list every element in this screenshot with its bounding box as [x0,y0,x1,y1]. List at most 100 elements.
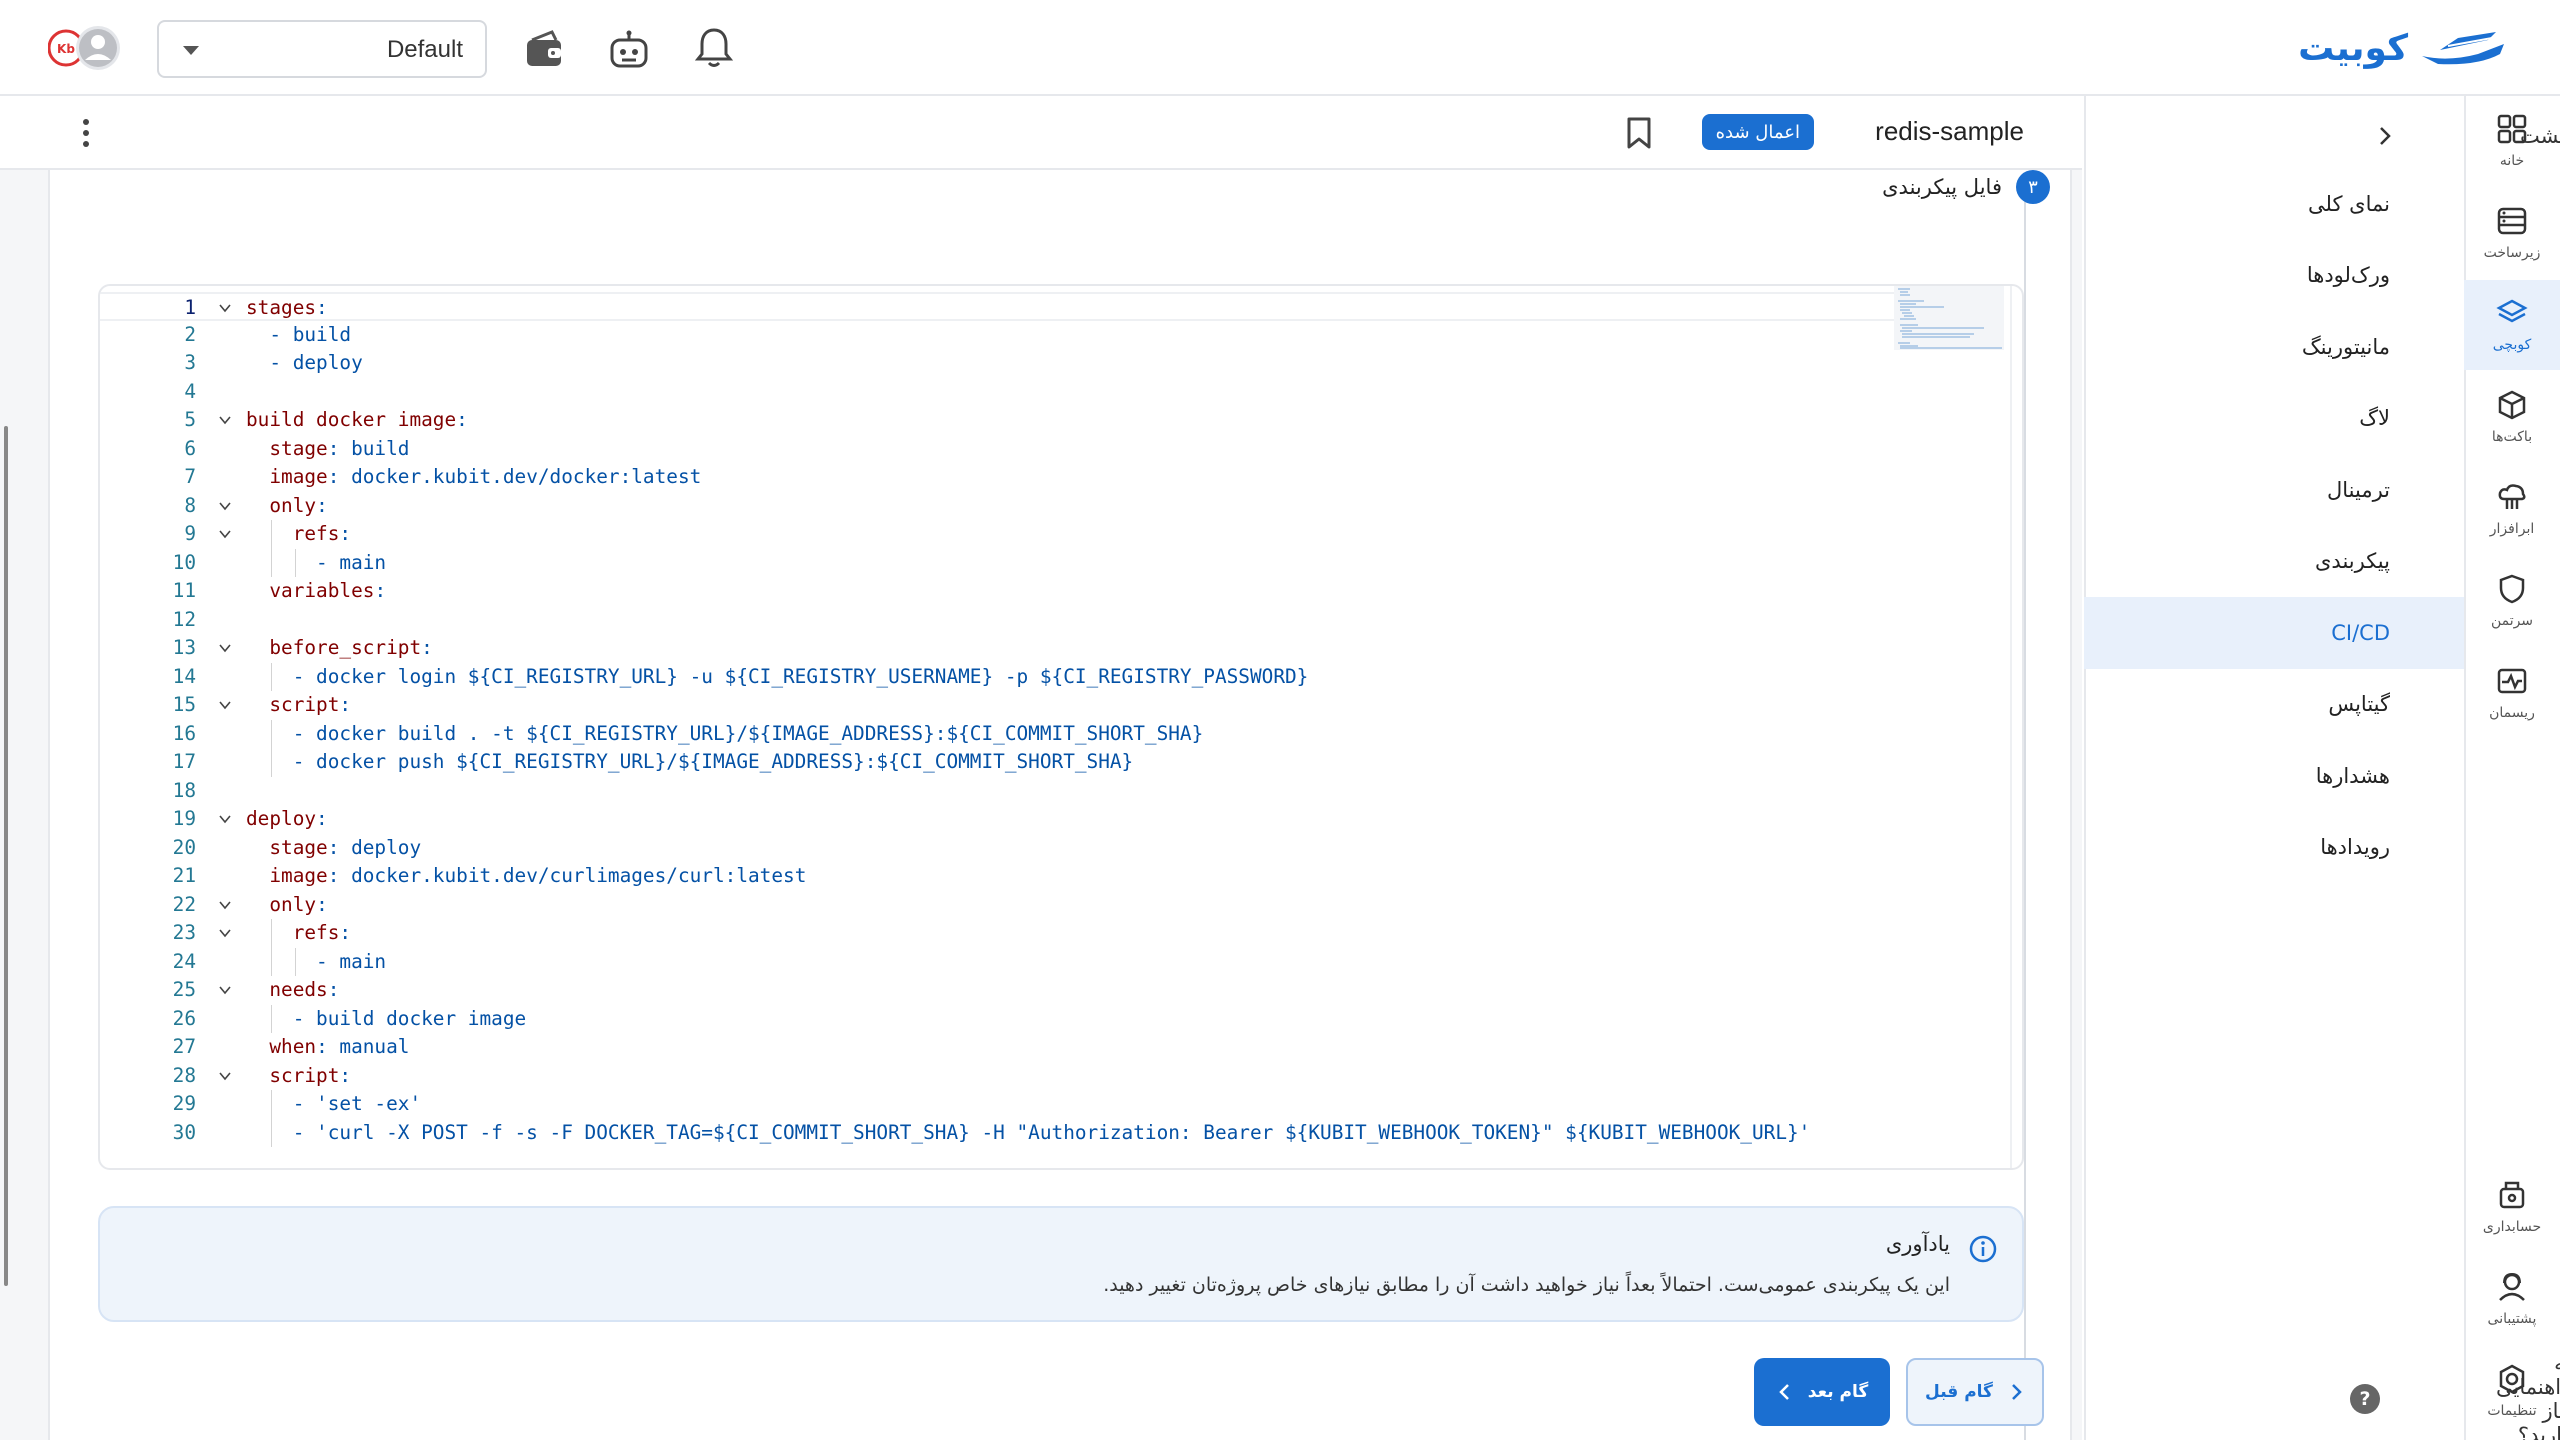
page-scrollbar[interactable] [4,426,8,1286]
code-line[interactable]: 27 when: manual [100,1033,1970,1062]
rail-item-support[interactable]: پشتیبانی [2464,1254,2560,1344]
code-line[interactable]: 10 - main [100,548,1970,577]
code-line[interactable]: 12 [100,606,1970,635]
code-line[interactable]: 9 refs: [100,520,1970,549]
subnav-item-overview[interactable]: نمای کلی [2084,168,2464,240]
chevron-left-icon [1779,1384,1789,1400]
code-line[interactable]: 3 - deploy [100,349,1970,378]
fold-chevron-icon[interactable] [218,413,232,427]
rail-item-cloudapp[interactable]: ابرافزار [2464,464,2560,554]
code-line[interactable]: 13 before_script: [100,634,1970,663]
stepper-line [2024,190,2026,1440]
help-link[interactable]: ? به راهنمایی نیاز دارید؟ [2350,1351,2560,1440]
rail-item-kubchi[interactable]: کوبچی [2464,280,2560,370]
line-number: 23 [172,921,196,944]
subnav-item-alerts[interactable]: هشدارها [2084,740,2464,812]
editor-minimap[interactable] [1894,286,2004,350]
code-line[interactable]: 11 variables: [100,577,1970,606]
subnav-item-cicd[interactable]: CI/CD [2084,597,2464,669]
line-number: 1 [184,296,196,319]
line-number: 20 [172,835,196,859]
line-number: 3 [184,351,196,374]
brand-logo[interactable]: کوبیت [2298,24,2508,72]
brand-name: کوبیت [2298,27,2408,69]
fold-chevron-icon[interactable] [218,301,232,315]
subnav-item-configuration[interactable]: پیکربندی [2084,526,2464,598]
bookmark-icon[interactable] [1624,116,1654,150]
user-avatar[interactable]: Kb [48,24,124,72]
editor-scrollbar[interactable] [2010,286,2012,1168]
section-nav-list: نمای کلی ورک‌لودها مانیتورینگ لاگ ترمینا… [2084,168,2464,883]
code-line[interactable]: 6 stage: build [100,435,1970,464]
subnav-item-monitoring[interactable]: مانیتورینگ [2084,311,2464,383]
notification-bell-icon[interactable] [694,26,734,70]
code-line[interactable]: 17 - docker push ${CI_REGISTRY_URL}/${IM… [100,748,1970,777]
code-line[interactable]: 18 [100,777,1970,806]
code-text: script: [269,1063,352,1087]
code-line[interactable]: 28 script: [100,1062,1970,1091]
code-line[interactable]: 16 - docker build . -t ${CI_REGISTRY_URL… [100,719,1970,748]
code-line[interactable]: 29 - 'set -ex' [100,1090,1970,1119]
fold-chevron-icon[interactable] [218,926,232,940]
code-line[interactable]: 2 - build [100,321,1970,350]
namespace-select[interactable]: Default [157,20,487,78]
line-number: 13 [172,636,196,659]
status-badge: اعمال شده [1701,114,1814,150]
code-line[interactable]: 30 - 'curl -X POST -f -s -F DOCKER_TAG=$… [100,1118,1970,1147]
line-number: 11 [172,579,196,602]
line-number: 27 [172,1035,196,1058]
code-line[interactable]: 7 image: docker.kubit.dev/docker:latest [100,463,1970,492]
subnav-item-gitops[interactable]: گیتاپس [2084,669,2464,741]
code-line[interactable]: 23 refs: [100,919,1970,948]
code-line[interactable]: 14 - docker login ${CI_REGISTRY_URL} -u … [100,662,1970,691]
rail-item-buckets[interactable]: باکت‌ها [2464,372,2560,462]
code-line[interactable]: 25 needs: [100,976,1970,1005]
code-line[interactable]: 8 only: [100,492,1970,521]
code-line[interactable]: 4 [100,378,1970,407]
code-line[interactable]: 20 stage: deploy [100,834,1970,863]
fold-chevron-icon[interactable] [218,983,232,997]
code-line[interactable]: 15 script: [100,691,1970,720]
code-line[interactable]: 22 only: [100,891,1970,920]
line-number: 25 [172,978,196,1001]
code-text: - main [246,550,387,574]
rail-item-sartaman[interactable]: سرتمن [2464,556,2560,646]
subnav-item-events[interactable]: رویدادها [2084,812,2464,884]
fold-chevron-icon[interactable] [218,898,232,912]
rail-item-accounting[interactable]: حسابداری [2464,1162,2560,1252]
fold-chevron-icon[interactable] [218,641,232,655]
subnav-item-workloads[interactable]: ورک‌لودها [2084,240,2464,312]
line-number: 22 [172,892,196,916]
code-editor[interactable]: 1 stages: 2 - build 3 - deploy 4 5 build docke… [98,284,2024,1170]
code-text: - docker push ${CI_REGISTRY_URL}/${IMAGE… [246,750,1134,773]
fold-chevron-icon[interactable] [218,812,232,826]
code-line[interactable]: 24 - main [100,947,1970,976]
code-line[interactable]: 26 - build docker image [100,1004,1970,1033]
page-header: redis-sample اعمال شده [0,96,2082,170]
code-line[interactable]: 21 image: docker.kubit.dev/curlimages/cu… [100,862,1970,891]
more-options-icon[interactable] [74,116,98,150]
subnav-item-logs[interactable]: لاگ [2084,383,2464,455]
line-number: 6 [184,436,196,460]
code-text: variables: [269,579,387,602]
previous-step-button[interactable]: گام قبل [1906,1358,2044,1426]
subnav-item-terminal[interactable]: ترمینال [2084,454,2464,526]
rail-item-rismaan[interactable]: ریسمان [2464,648,2560,738]
code-text: - docker build . -t ${CI_REGISTRY_URL}/$… [246,721,1204,745]
code-line[interactable]: 19 deploy: [100,805,1970,834]
assistant-robot-icon[interactable] [608,30,650,70]
fold-chevron-icon[interactable] [218,499,232,513]
back-link[interactable]: بازگشت [2374,116,2560,156]
code-line[interactable]: 5 build docker image: [100,406,1970,435]
code-text: deploy: [246,807,328,830]
wallet-icon[interactable] [524,28,564,70]
fold-chevron-icon[interactable] [218,1069,232,1083]
code-text: only: [269,493,328,517]
wizard-step: ۳ فایل پیکربندی [1882,170,2050,204]
rail-item-infrastructure[interactable]: زیرساخت [2464,188,2560,278]
fold-chevron-icon[interactable] [218,527,232,541]
next-step-button[interactable]: گام بعد [1754,1358,1890,1426]
fold-chevron-icon[interactable] [218,698,232,712]
code-text: - build [246,322,352,346]
code-line[interactable]: 1 stages: [100,292,1970,321]
